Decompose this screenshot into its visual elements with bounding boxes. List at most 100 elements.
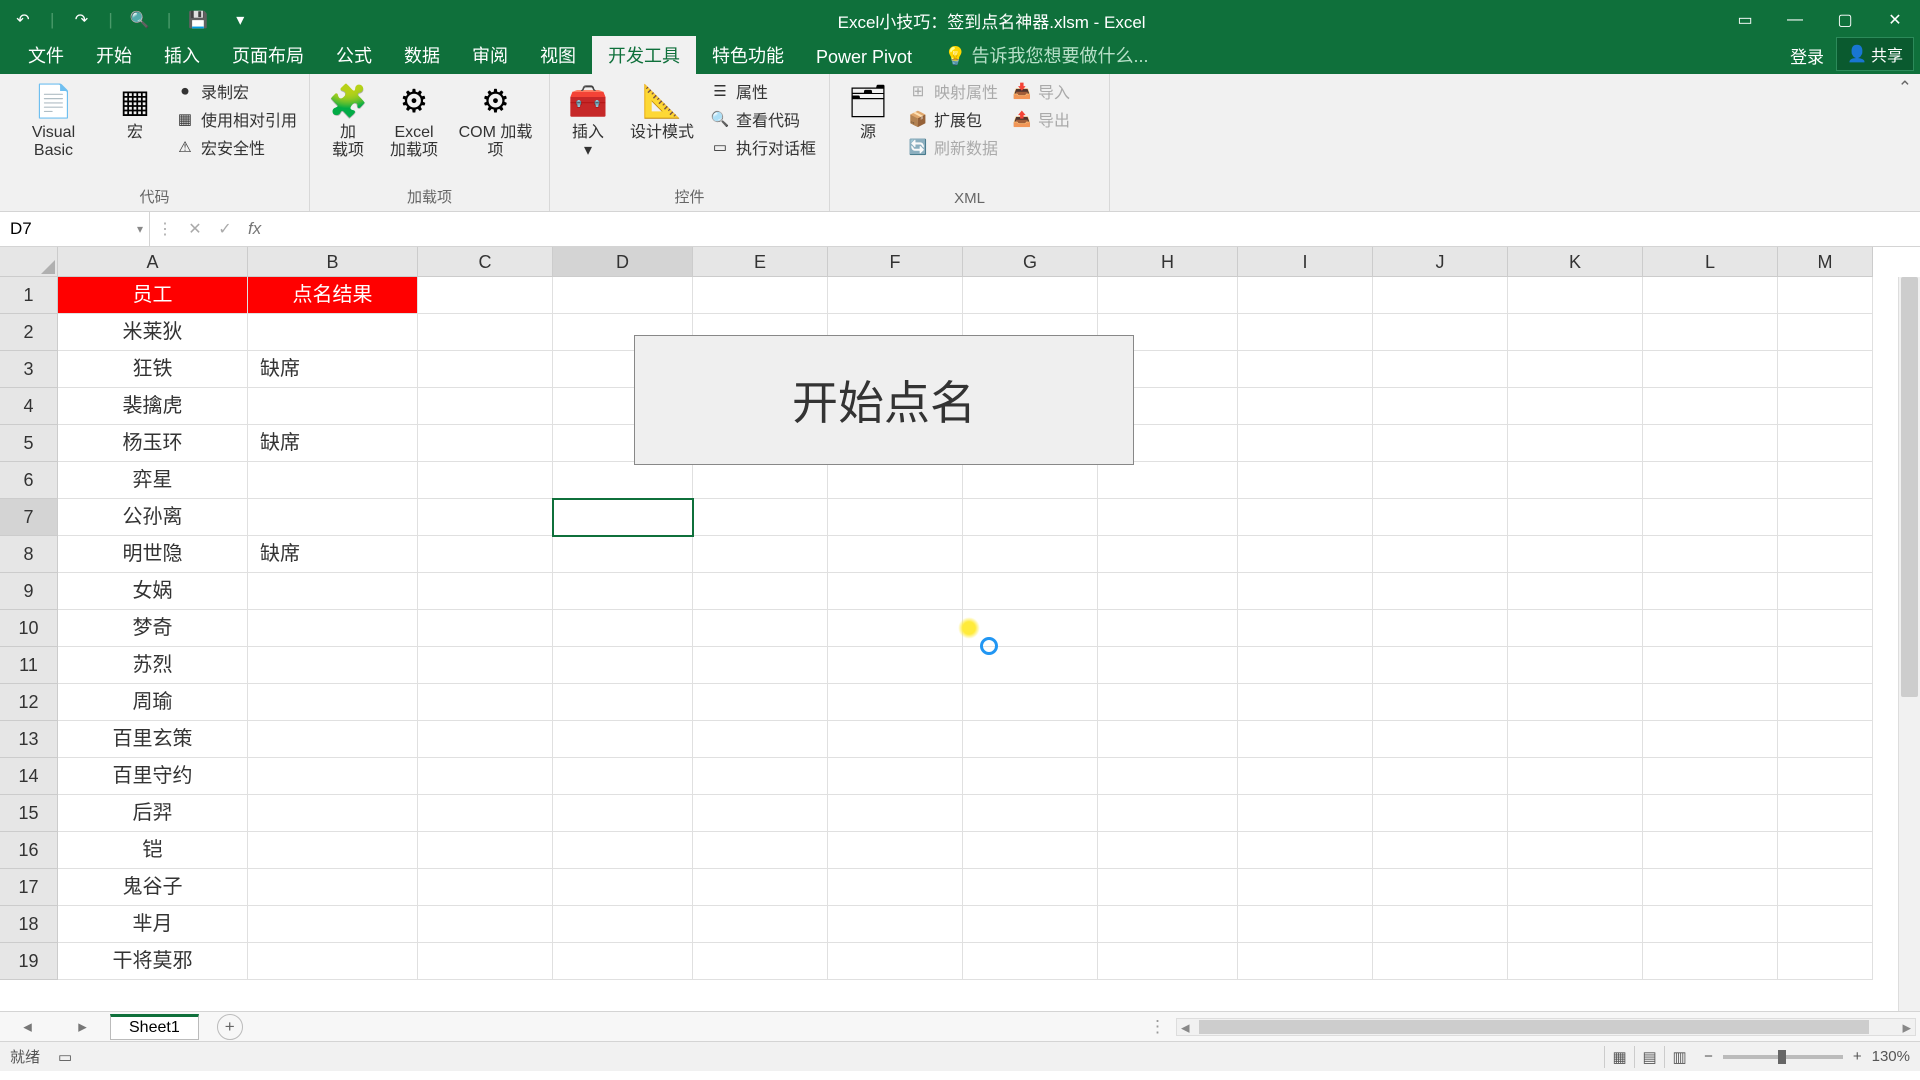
horizontal-scrollbar[interactable]: ◂ ▸ <box>1176 1018 1916 1036</box>
cancel-formula-button[interactable]: ✕ <box>180 219 210 239</box>
cell-I16[interactable] <box>1238 832 1373 869</box>
cell-B4[interactable] <box>248 388 418 425</box>
cell-B19[interactable] <box>248 943 418 980</box>
relative-ref-button[interactable]: ▦使用相对引用 <box>171 106 301 132</box>
cell-A9[interactable]: 女娲 <box>58 573 248 610</box>
cell-C18[interactable] <box>418 906 553 943</box>
cell-D10[interactable] <box>553 610 693 647</box>
excel-addins-button[interactable]: ⚙Excel 加载项 <box>384 78 444 163</box>
cell-J9[interactable] <box>1373 573 1508 610</box>
cell-J7[interactable] <box>1373 499 1508 536</box>
row-header-8[interactable]: 8 <box>0 536 58 573</box>
cell-C16[interactable] <box>418 832 553 869</box>
row-header-17[interactable]: 17 <box>0 869 58 906</box>
cell-C8[interactable] <box>418 536 553 573</box>
cell-D6[interactable] <box>553 462 693 499</box>
cell-A12[interactable]: 周瑜 <box>58 684 248 721</box>
tab-home[interactable]: 开始 <box>80 36 148 74</box>
cell-A13[interactable]: 百里玄策 <box>58 721 248 758</box>
cell-L1[interactable] <box>1643 277 1778 314</box>
row-header-13[interactable]: 13 <box>0 721 58 758</box>
close-button[interactable]: ✕ <box>1870 0 1920 40</box>
cell-I6[interactable] <box>1238 462 1373 499</box>
maximize-button[interactable]: ▢ <box>1820 0 1870 40</box>
cell-C1[interactable] <box>418 277 553 314</box>
col-header-A[interactable]: A <box>58 247 248 277</box>
cell-E17[interactable] <box>693 869 828 906</box>
cell-K14[interactable] <box>1508 758 1643 795</box>
cell-H17[interactable] <box>1098 869 1238 906</box>
cell-A6[interactable]: 弈星 <box>58 462 248 499</box>
cell-G9[interactable] <box>963 573 1098 610</box>
row-header-3[interactable]: 3 <box>0 351 58 388</box>
name-box[interactable]: ▾ <box>0 212 150 246</box>
tab-view[interactable]: 视图 <box>524 36 592 74</box>
cell-B1[interactable]: 点名结果 <box>248 277 418 314</box>
col-header-K[interactable]: K <box>1508 247 1643 277</box>
macro-recorder-icon[interactable]: ▭ <box>58 1048 72 1066</box>
expansion-button[interactable]: 📦扩展包 <box>904 106 1002 132</box>
cell-I19[interactable] <box>1238 943 1373 980</box>
cell-K12[interactable] <box>1508 684 1643 721</box>
cell-M8[interactable] <box>1778 536 1873 573</box>
cell-J19[interactable] <box>1373 943 1508 980</box>
cell-G18[interactable] <box>963 906 1098 943</box>
cell-K17[interactable] <box>1508 869 1643 906</box>
zoom-knob[interactable] <box>1778 1050 1786 1064</box>
cell-K15[interactable] <box>1508 795 1643 832</box>
row-header-4[interactable]: 4 <box>0 388 58 425</box>
run-dialog-button[interactable]: ▭执行对话框 <box>706 134 820 160</box>
xml-import-button[interactable]: 📥导入 <box>1008 78 1074 104</box>
col-header-F[interactable]: F <box>828 247 963 277</box>
cell-D14[interactable] <box>553 758 693 795</box>
cell-D7[interactable] <box>553 499 693 536</box>
cell-F17[interactable] <box>828 869 963 906</box>
cell-K1[interactable] <box>1508 277 1643 314</box>
sheet-tab-sheet1[interactable]: Sheet1 <box>110 1014 199 1040</box>
xml-export-button[interactable]: 📤导出 <box>1008 106 1074 132</box>
fx-icon[interactable]: fx <box>240 219 269 239</box>
cell-I1[interactable] <box>1238 277 1373 314</box>
cell-J15[interactable] <box>1373 795 1508 832</box>
cell-K8[interactable] <box>1508 536 1643 573</box>
cell-F16[interactable] <box>828 832 963 869</box>
cell-B13[interactable] <box>248 721 418 758</box>
minimize-button[interactable]: — <box>1770 0 1820 40</box>
cell-M1[interactable] <box>1778 277 1873 314</box>
cell-I2[interactable] <box>1238 314 1373 351</box>
cell-M7[interactable] <box>1778 499 1873 536</box>
row-header-2[interactable]: 2 <box>0 314 58 351</box>
cell-C14[interactable] <box>418 758 553 795</box>
tab-file[interactable]: 文件 <box>12 36 80 74</box>
cell-K4[interactable] <box>1508 388 1643 425</box>
cell-K5[interactable] <box>1508 425 1643 462</box>
cell-H1[interactable] <box>1098 277 1238 314</box>
cell-H14[interactable] <box>1098 758 1238 795</box>
col-header-J[interactable]: J <box>1373 247 1508 277</box>
cell-A3[interactable]: 狂铁 <box>58 351 248 388</box>
cell-K16[interactable] <box>1508 832 1643 869</box>
zoom-in-button[interactable]: + <box>1853 1048 1862 1065</box>
col-header-M[interactable]: M <box>1778 247 1873 277</box>
start-rollcall-button[interactable]: 开始点名 <box>634 335 1134 465</box>
cell-A11[interactable]: 苏烈 <box>58 647 248 684</box>
cell-C2[interactable] <box>418 314 553 351</box>
cell-K13[interactable] <box>1508 721 1643 758</box>
cell-L7[interactable] <box>1643 499 1778 536</box>
cell-A19[interactable]: 干将莫邪 <box>58 943 248 980</box>
cell-E10[interactable] <box>693 610 828 647</box>
cell-B11[interactable] <box>248 647 418 684</box>
cell-J2[interactable] <box>1373 314 1508 351</box>
save-button[interactable]: 💾 <box>183 5 213 35</box>
cell-K7[interactable] <box>1508 499 1643 536</box>
com-addins-button[interactable]: ⚙COM 加载项 <box>450 78 541 163</box>
cell-I11[interactable] <box>1238 647 1373 684</box>
pagebreak-view-button[interactable]: ▥ <box>1664 1046 1694 1068</box>
cell-J17[interactable] <box>1373 869 1508 906</box>
cell-D18[interactable] <box>553 906 693 943</box>
cell-B3[interactable]: 缺席 <box>248 351 418 388</box>
cell-K6[interactable] <box>1508 462 1643 499</box>
design-mode-button[interactable]: 📐设计模式 <box>624 78 700 144</box>
cell-B10[interactable] <box>248 610 418 647</box>
cell-A18[interactable]: 芈月 <box>58 906 248 943</box>
